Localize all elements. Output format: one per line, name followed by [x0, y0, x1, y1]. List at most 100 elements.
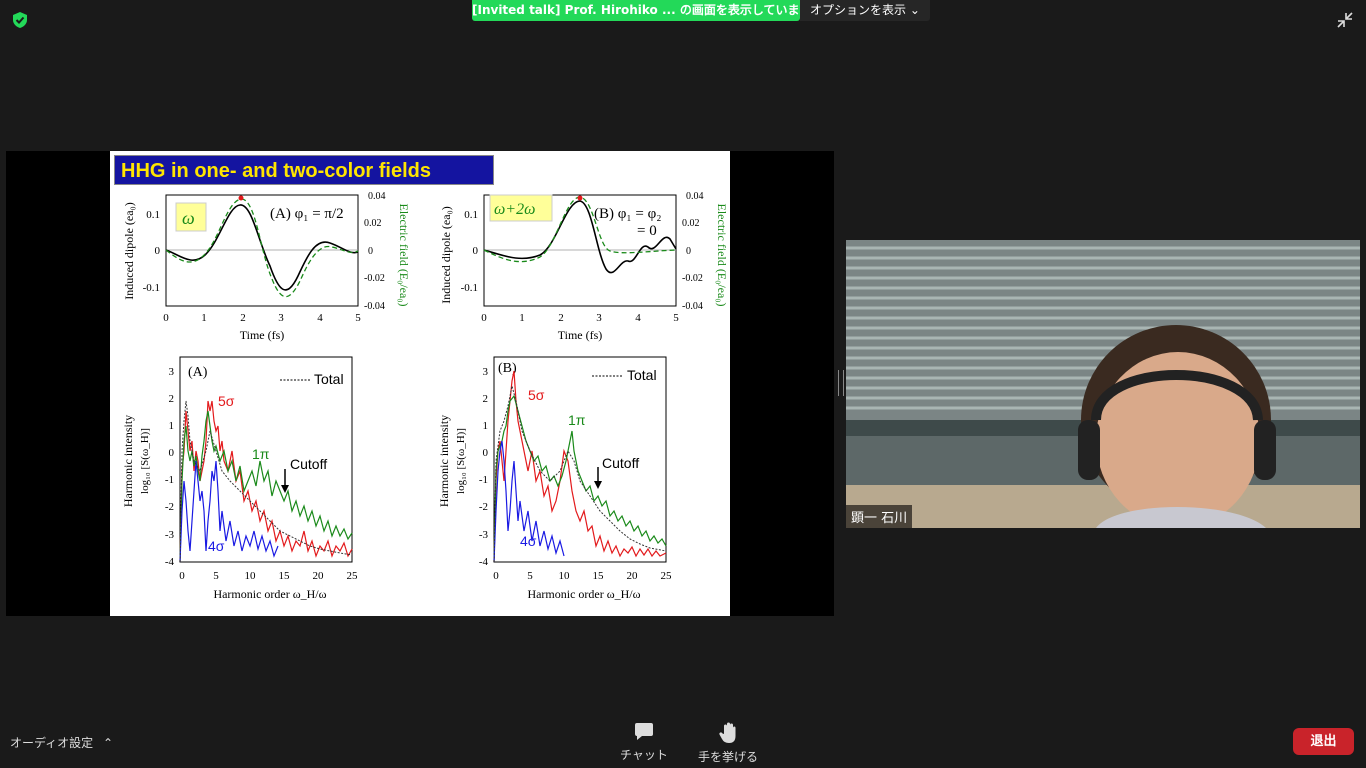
y2ticks-b: 0.04 0.02 0 -0.02 -0.04: [682, 191, 704, 312]
svg-text:3: 3: [483, 366, 489, 378]
panel-label-a: (A) φ₁ = π/2: [270, 206, 344, 222]
svg-text:0: 0: [481, 312, 487, 324]
svg-text:20: 20: [313, 570, 325, 582]
screen-share-banner: [Invited talk] Prof. Hirohiko ... の画面を表示…: [472, 0, 800, 21]
svg-text:0: 0: [155, 245, 161, 257]
svg-text:4: 4: [635, 312, 641, 324]
svg-text:0.1: 0.1: [146, 209, 160, 221]
svg-text:0.02: 0.02: [682, 218, 700, 229]
y2label-a: Electric field (E₀/ea₀): [397, 204, 411, 307]
xlabel-ha: Harmonic order ω_H/ω: [213, 587, 326, 601]
svg-text:0: 0: [179, 570, 185, 582]
presentation-slide: HHG in one- and two-color fields ω (A) φ…: [110, 151, 730, 616]
legend-total-a: Total: [314, 371, 344, 387]
svg-text:-3: -3: [165, 529, 175, 541]
panel-tag-a: (A): [188, 365, 208, 380]
label-cutoff-a: Cutoff: [290, 456, 327, 472]
svg-text:1: 1: [483, 420, 489, 432]
svg-text:15: 15: [279, 570, 291, 582]
svg-text:5: 5: [527, 570, 533, 582]
panel-splitter-handle[interactable]: [838, 370, 844, 396]
svg-text:0: 0: [473, 245, 479, 257]
peak-marker-b: [577, 195, 583, 201]
harmonic-plot-b: (B) Total 5σ 1π 4σ Cutoff 05 1015 2025: [437, 356, 672, 601]
svg-text:-4: -4: [165, 556, 175, 568]
chevron-up-icon: ⌃: [103, 736, 114, 750]
svg-text:0: 0: [493, 570, 499, 582]
peak-marker-a: [238, 195, 244, 201]
panel-label-b1: (B) φ₁ = φ₂: [594, 206, 661, 222]
svg-text:3: 3: [278, 312, 284, 324]
meeting-toolbar: オーディオ設定 ⌃ チャット 手を挙げる 退出: [0, 712, 1366, 768]
svg-text:0: 0: [686, 246, 691, 257]
two-color-badge-text: ω+2ω: [494, 201, 535, 218]
svg-text:3: 3: [169, 366, 175, 378]
xticks-hb: 0 5 10 15 20 25: [493, 570, 672, 582]
audio-settings-button[interactable]: オーディオ設定 ⌃: [10, 734, 113, 751]
svg-text:10: 10: [559, 570, 571, 582]
svg-text:2: 2: [240, 312, 246, 324]
label-1pi-a: 1π: [252, 446, 270, 462]
svg-text:0.02: 0.02: [364, 218, 382, 229]
xlabel-hb: Harmonic order ω_H/ω: [527, 587, 640, 601]
svg-text:-3: -3: [479, 529, 489, 541]
svg-text:1: 1: [519, 312, 525, 324]
svg-text:-2: -2: [165, 501, 174, 513]
y2ticks-a: 0.04 0.02 0 -0.02 -0.04: [364, 191, 386, 312]
shared-screen: HHG in one- and two-color fields ω (A) φ…: [6, 151, 834, 616]
shield-check-icon[interactable]: [11, 11, 29, 29]
ylabel1-ha: Harmonic intensity: [121, 415, 135, 507]
svg-text:1: 1: [169, 420, 175, 432]
label-5sigma-a: 5σ: [218, 393, 235, 409]
participant-video[interactable]: 顕一 石川: [846, 240, 1360, 528]
svg-text:-0.04: -0.04: [682, 301, 703, 312]
dipole-plot-b: ω+2ω (B) φ₁ = φ₂ = 0 01 23 45 0.10 -0.1 …: [439, 191, 729, 342]
svg-text:5: 5: [213, 570, 219, 582]
svg-text:0: 0: [163, 312, 169, 324]
svg-text:0.1: 0.1: [464, 209, 478, 221]
label-1pi-b: 1π: [568, 412, 586, 428]
svg-text:25: 25: [661, 570, 673, 582]
svg-text:0: 0: [483, 447, 489, 459]
label-4sigma-b: 4σ: [520, 533, 537, 549]
svg-text:5: 5: [355, 312, 361, 324]
svg-text:0.04: 0.04: [368, 191, 386, 202]
view-options-label: オプションを表示: [810, 3, 907, 17]
chat-button[interactable]: チャット: [609, 722, 679, 763]
slide-figures: ω (A) φ₁ = π/2 01 23 45 0.10 -0.1 0.040.…: [121, 191, 729, 601]
ylabel2-ha: log₁₀ [S(ω_H)]: [139, 428, 151, 494]
svg-text:0.04: 0.04: [686, 191, 704, 202]
exit-fullscreen-icon[interactable]: [1334, 9, 1356, 31]
chevron-down-icon: ⌄: [909, 3, 920, 17]
ylabel-a: Induced dipole (ea₀): [122, 202, 136, 299]
raise-hand-button[interactable]: 手を挙げる: [693, 722, 763, 765]
panel-label-b2: = 0: [637, 223, 657, 239]
yticks-b: 0.1 0 -0.1: [461, 209, 479, 294]
svg-text:2: 2: [483, 393, 489, 405]
svg-text:-0.02: -0.02: [682, 273, 703, 284]
ylabel2-hb: log₁₀ [S(ω_H)]: [455, 428, 467, 494]
yticks-a: 0.1 0 -0.1: [143, 209, 161, 294]
raise-hand-label: 手を挙げる: [697, 750, 758, 764]
chat-bubble-icon: [635, 723, 653, 740]
svg-text:20: 20: [627, 570, 639, 582]
svg-text:-1: -1: [479, 474, 488, 486]
svg-text:-0.02: -0.02: [364, 273, 385, 284]
video-frame: [846, 240, 1360, 528]
xlabel-b: Time (fs): [558, 328, 603, 342]
svg-text:0: 0: [368, 246, 373, 257]
xticks-a: 0 1 2 3 4 5: [163, 312, 361, 324]
svg-text:5: 5: [673, 312, 679, 324]
svg-text:-1: -1: [165, 474, 174, 486]
svg-text:2: 2: [169, 393, 175, 405]
dipole-plot-a: ω (A) φ₁ = π/2 01 23 45 0.10 -0.1 0.040.…: [122, 191, 411, 342]
raise-hand-icon: [719, 722, 736, 743]
svg-text:-0.04: -0.04: [364, 301, 385, 312]
ylabel1-hb: Harmonic intensity: [437, 415, 451, 507]
label-4sigma-a: 4σ: [208, 538, 225, 554]
omega-badge-text: ω: [182, 208, 195, 228]
leave-meeting-button[interactable]: 退出: [1293, 728, 1354, 755]
svg-text:3: 3: [596, 312, 602, 324]
xticks-ha: 0 5 10 15 20 25: [179, 570, 358, 582]
view-options-button[interactable]: オプションを表示 ⌄: [800, 0, 930, 21]
